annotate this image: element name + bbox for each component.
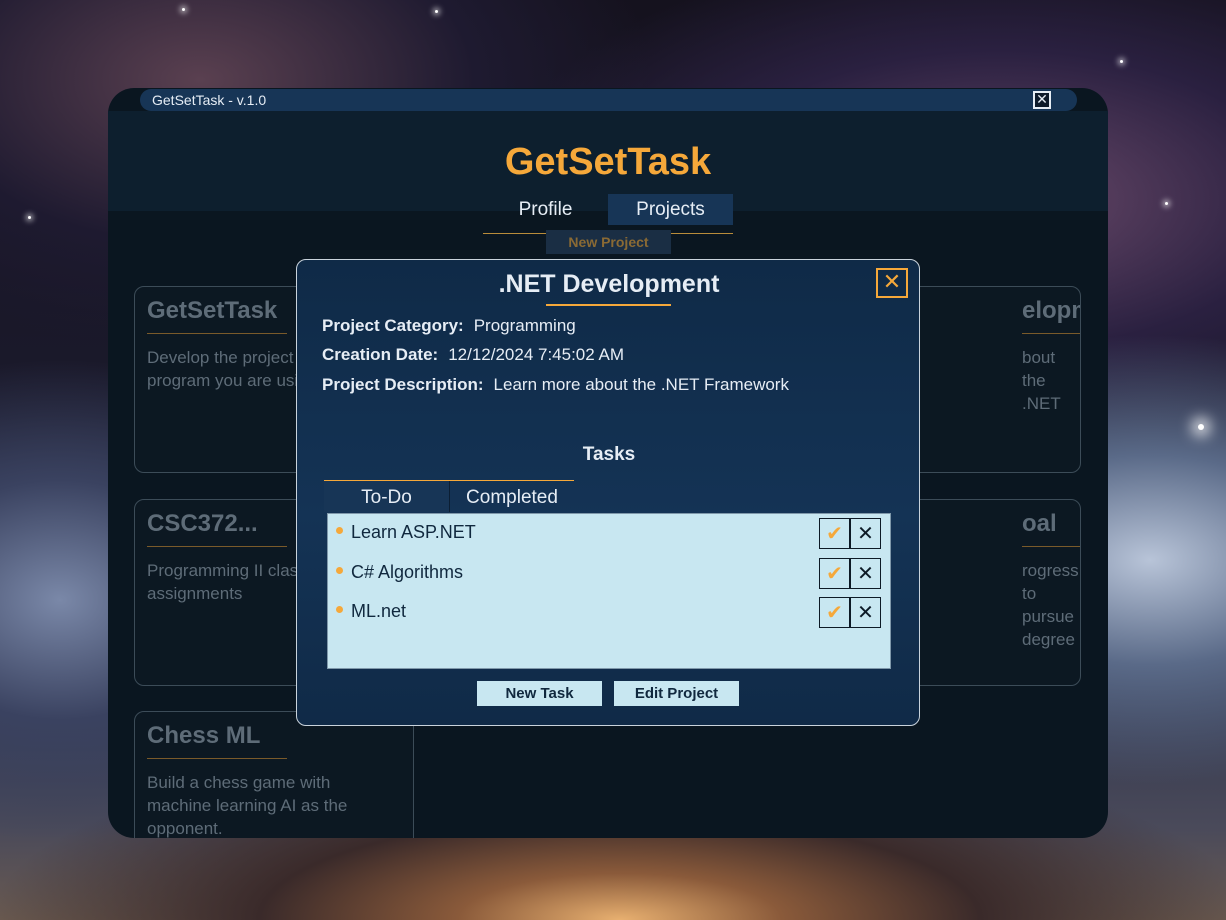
close-icon: ✕ [857,600,874,624]
star [1165,202,1168,205]
field-label: Project Category: [322,316,464,335]
divider [147,333,287,334]
task-tabs: To-Do Completed [324,480,574,512]
bullet-icon [336,606,343,613]
star [182,8,185,11]
delete-task-button[interactable]: ✕ [850,518,881,549]
complete-task-button[interactable]: ✔ [819,597,850,628]
complete-task-button[interactable]: ✔ [819,558,850,589]
divider [147,758,287,759]
bullet-icon [336,567,343,574]
window-close-button[interactable]: ✕ [1033,91,1051,109]
divider [1022,333,1080,334]
new-task-button[interactable]: New Task [477,681,602,706]
tab-profile[interactable]: Profile [493,194,598,225]
tab-completed[interactable]: Completed [449,481,574,512]
divider [1022,546,1080,547]
close-icon: ✕ [1036,92,1048,108]
project-description-row: Project Description: Learn more about the… [322,375,789,395]
new-project-button[interactable]: New Project [546,230,671,254]
field-label: Project Description: [322,375,484,394]
list-item: ML.net ✔ ✕ [336,597,884,629]
star [1120,60,1123,63]
creation-date-value: 12/12/2024 7:45:02 AM [448,345,624,364]
tasks-heading: Tasks [582,444,636,465]
checkmark-icon: ✔ [826,521,843,545]
project-category-row: Project Category: Programming [322,316,576,336]
task-name: C# Algorithms [351,562,464,582]
edit-project-button[interactable]: Edit Project [614,681,739,706]
project-category-value: Programming [473,316,576,335]
dialog-close-button[interactable]: ✕ [876,268,908,298]
delete-task-button[interactable]: ✕ [850,597,881,628]
checkmark-icon: ✔ [826,561,843,585]
task-list: Learn ASP.NET ✔ ✕ C# Algorithms ✔ ✕ ML.n… [327,513,891,669]
list-item: Learn ASP.NET ✔ ✕ [336,518,884,550]
main-nav: Profile Projects [483,194,733,234]
complete-task-button[interactable]: ✔ [819,518,850,549]
title-underline [546,304,671,306]
list-item: C# Algorithms ✔ ✕ [336,558,884,590]
task-name: Learn ASP.NET [351,522,476,542]
project-description-value: Learn more about the .NET Framework [493,375,789,394]
app-title: GetSetTask [504,141,712,183]
title-bar: GetSetTask - v.1.0 ✕ [140,89,1077,111]
task-name: ML.net [351,601,407,621]
close-icon: ✕ [857,561,874,585]
project-card-description: Build a chess game with machine learning… [147,773,348,838]
star [435,10,438,13]
delete-task-button[interactable]: ✕ [850,558,881,589]
creation-date-row: Creation Date: 12/12/2024 7:45:02 AM [322,345,624,365]
app-header: GetSetTask Profile Projects [108,111,1108,234]
close-icon: ✕ [882,270,902,295]
project-details-dialog: .NET Development ✕ Project Category: Prog… [296,259,920,726]
description-line: rogress to pursue [1022,561,1079,626]
project-card-title: Chess ML [147,722,261,749]
star [1198,424,1204,430]
bullet-icon [336,527,343,534]
tab-to-do[interactable]: To-Do [324,481,449,512]
tab-projects[interactable]: Projects [608,194,733,225]
star [28,216,31,219]
field-label: Creation Date: [322,345,439,364]
checkmark-icon: ✔ [826,600,843,624]
window-title: GetSetTask - v.1.0 [152,92,267,108]
project-card[interactable]: Chess ML Build a chess game with machine… [134,711,414,838]
divider [147,546,287,547]
description-line: degree [1022,630,1075,649]
close-icon: ✕ [857,521,874,545]
dialog-title: .NET Development [498,270,720,298]
